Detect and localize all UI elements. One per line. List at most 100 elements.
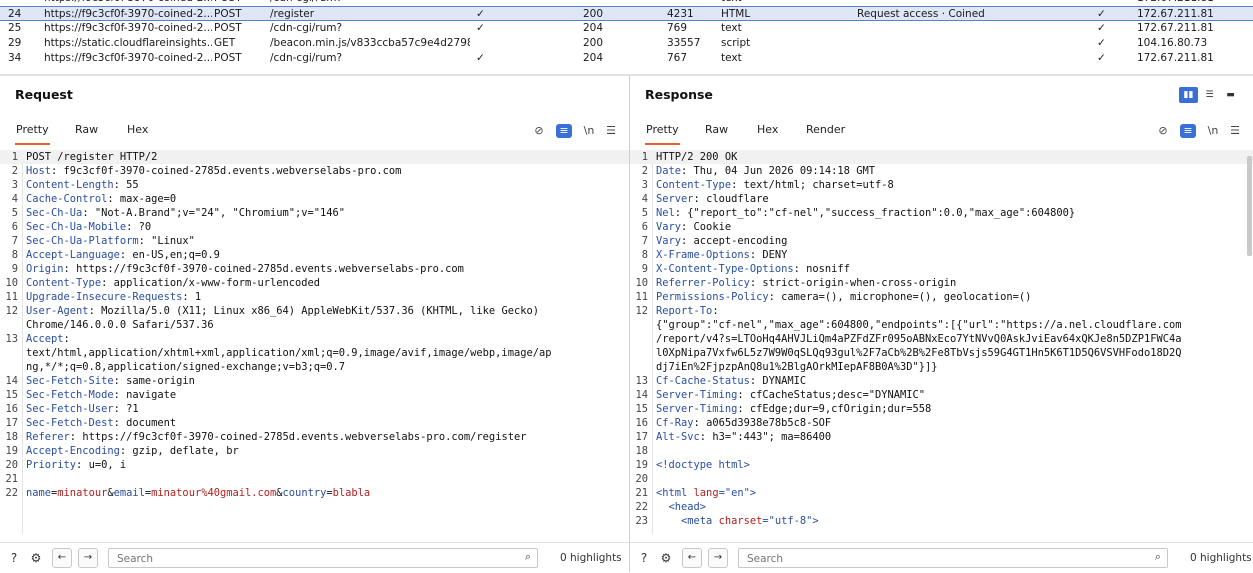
history-cell-status: 200	[583, 37, 604, 49]
history-row[interactable]: 24 https://f9c3cf0f-3970-coined-2... POST /…	[0, 6, 1253, 21]
code-line: 11 Upgrade-Insecure-Requests: 1	[0, 290, 629, 304]
next-match-button[interactable]: →	[708, 548, 728, 568]
request-tab-pretty[interactable]: Pretty	[15, 119, 50, 145]
html-token: charset	[718, 515, 763, 527]
line-number: 8	[11, 249, 18, 261]
header-value: h3=":443"; ma=86400	[712, 431, 832, 443]
line-number: 20	[5, 459, 18, 471]
code-line: 16 Sec-Fetch-User: ?1	[0, 402, 629, 416]
header-name: Host	[26, 165, 52, 177]
code-line: 21	[0, 472, 629, 486]
line-number: 20	[635, 473, 648, 485]
request-tab-hex[interactable]: Hex	[126, 119, 149, 143]
line-content: dj7iEn%2FjpzpAnQ8u1%2BlgAOrkMIepAF8B0A%3…	[656, 361, 938, 373]
response-editor[interactable]: 1 HTTP/2 200 OK 2 Date: Thu, 04 Jun 2026 09…	[630, 150, 1253, 534]
response-tab-pretty[interactable]: Pretty	[645, 119, 680, 145]
history-cell-params: ✓	[476, 22, 485, 34]
line-number: 4	[11, 193, 18, 205]
history-row[interactable]: 34 https://f9c3cf0f-3970-coined-2... POST /…	[0, 51, 1253, 66]
request-title: Request	[15, 87, 73, 102]
html-token: ="utf-8">	[762, 515, 819, 527]
line-content: Origin: https://f9c3cf0f-3970-coined-278…	[26, 263, 464, 275]
line-number: 19	[635, 459, 648, 471]
wrap-lines-icon[interactable]: ≡	[1180, 124, 1196, 138]
history-cell-tls: ✓	[1097, 37, 1106, 49]
settings-gear-icon[interactable]: ⚙	[28, 550, 44, 566]
history-cell-title: Request access · Coined	[857, 8, 985, 20]
code-line: 19 Accept-Encoding: gzip, deflate, br	[0, 444, 629, 458]
help-icon[interactable]: ?	[6, 550, 22, 566]
header-name: Sec-Fetch-Site	[26, 375, 114, 387]
split-rows-layout-icon[interactable]: ☰	[1200, 87, 1219, 103]
html-token: <head>	[656, 501, 707, 513]
line-content: Referer: https://f9c3cf0f-3970-coined-27…	[26, 431, 527, 443]
line-number: 12	[5, 305, 18, 317]
line-content: Alt-Svc: h3=":443"; ma=86400	[656, 431, 832, 443]
header-value: navigate	[126, 389, 177, 401]
response-tab-raw[interactable]: Raw	[704, 119, 729, 143]
header-value: ?0	[138, 221, 152, 233]
response-scrollbar[interactable]	[1247, 156, 1252, 256]
request-search-input[interactable]	[115, 550, 499, 567]
history-row[interactable]: 25 https://f9c3cf0f-3970-coined-2... POST /…	[0, 21, 1253, 36]
line-content: <head>	[656, 500, 707, 514]
code-line: 10 Content-Type: application/x-www-form-u…	[0, 276, 629, 290]
hide-nonprintable-icon[interactable]: ⊘	[1155, 124, 1171, 138]
show-newlines-icon[interactable]: \n	[581, 124, 597, 138]
menu-icon[interactable]: ☰	[1227, 124, 1243, 138]
wrap-lines-icon[interactable]: ≡	[556, 124, 572, 138]
code-line: 8 X-Frame-Options: DENY	[630, 248, 1253, 262]
header-name: Report-To	[656, 305, 713, 317]
proxy-history-table[interactable]: https://f9c3cf0f-3970-coined-2...POST/cd…	[0, 0, 1253, 66]
header-value: cfCacheStatus;desc="DYNAMIC"	[749, 389, 926, 401]
line-number: 18	[635, 445, 648, 457]
code-line: dj7iEn%2FjpzpAnQ8u1%2BlgAOrkMIepAF8B0A%3…	[630, 360, 1253, 374]
history-cell-url: /beacon.min.js/v833ccba57c9e4d2798f...	[270, 37, 470, 49]
previous-match-button[interactable]: ←	[52, 548, 72, 568]
response-search-input[interactable]	[745, 550, 1129, 567]
code-line: Chrome/146.0.0.0 Safari/537.36	[0, 318, 629, 332]
header-name: Referer	[26, 431, 70, 443]
line-content: HTTP/2 200 OK	[656, 151, 738, 163]
header-name: Referrer-Policy	[656, 277, 750, 289]
code-line: 16 Cf-Ray: a065d3938e78b5c8-SOF	[630, 416, 1253, 430]
history-cell-length: 4231	[667, 8, 694, 20]
line-number: 13	[5, 333, 18, 345]
request-search-box[interactable]: ⌕	[108, 548, 538, 568]
header-name: X-Frame-Options	[656, 249, 750, 261]
header-value: "Linux"	[151, 235, 195, 247]
header-name: Content-Type	[26, 277, 102, 289]
code-line: 23 <meta charset="utf-8">	[630, 514, 1253, 528]
hide-nonprintable-icon[interactable]: ⊘	[531, 124, 547, 138]
single-pane-layout-icon[interactable]: ▬	[1221, 87, 1240, 103]
history-cell-method: GET	[214, 37, 236, 49]
request-tab-raw[interactable]: Raw	[74, 119, 99, 143]
line-number: 23	[635, 515, 648, 527]
split-columns-layout-icon[interactable]: ▮▮	[1179, 87, 1198, 103]
response-tab-hex[interactable]: Hex	[756, 119, 779, 143]
response-pane: Response ▮▮ ☰ ▬ Pretty Raw Hex Render ⊘ …	[630, 76, 1253, 573]
next-match-button[interactable]: →	[78, 548, 98, 568]
show-newlines-icon[interactable]: \n	[1205, 124, 1221, 138]
response-search-box[interactable]: ⌕	[738, 548, 1168, 568]
line-number: 7	[11, 235, 18, 247]
line-content: X-Content-Type-Options: nosniff	[656, 263, 850, 275]
header-value: https://f9c3cf0f-3970-coined-2785d.event…	[76, 263, 464, 275]
previous-match-button[interactable]: ←	[682, 548, 702, 568]
header-value: camera=(), microphone=(), geolocation=()	[781, 291, 1032, 303]
code-line: 20 Priority: u=0, i	[0, 458, 629, 472]
help-icon[interactable]: ?	[636, 550, 652, 566]
settings-gear-icon[interactable]: ⚙	[658, 550, 674, 566]
line-number: 16	[635, 417, 648, 429]
header-value: max-age=0	[119, 193, 177, 205]
menu-icon[interactable]: ☰	[603, 124, 619, 138]
line-number: 1	[641, 151, 648, 163]
response-tab-render[interactable]: Render	[805, 119, 846, 143]
code-line: 4 Cache-Control: max-age=0	[0, 192, 629, 206]
code-line: 17 Alt-Svc: h3=":443"; ma=86400	[630, 430, 1253, 444]
request-editor[interactable]: 1 POST /register HTTP/2 2 Host: f9c3cf0f-39…	[0, 150, 629, 534]
history-row[interactable]: 29 https://static.cloudflareinsights.... G…	[0, 36, 1253, 51]
search-icon: ⌕	[524, 550, 531, 563]
line-content: Cf-Cache-Status: DYNAMIC	[656, 375, 807, 387]
code-line: 7 Sec-Ch-Ua-Platform: "Linux"	[0, 234, 629, 248]
